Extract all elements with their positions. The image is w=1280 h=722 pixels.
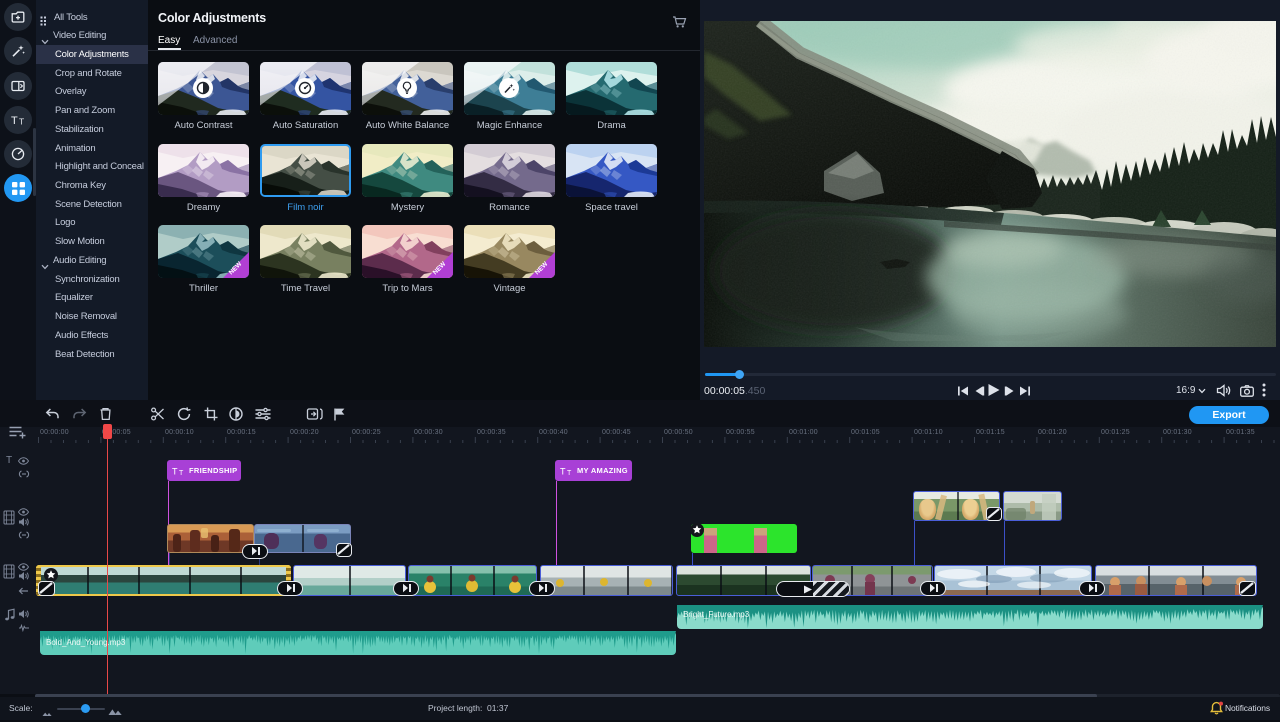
- svg-text:T: T: [172, 466, 178, 476]
- svg-text:T: T: [19, 117, 24, 127]
- svg-text:T: T: [179, 470, 184, 476]
- svg-text:Bold_And_Young.mp3: Bold_And_Young.mp3: [46, 638, 126, 647]
- svg-text:T: T: [567, 470, 572, 476]
- svg-text:T: T: [6, 455, 12, 465]
- svg-text:T: T: [11, 115, 18, 127]
- svg-text:T: T: [560, 466, 566, 476]
- svg-text:Bright_Future.mp3: Bright_Future.mp3: [683, 610, 750, 619]
